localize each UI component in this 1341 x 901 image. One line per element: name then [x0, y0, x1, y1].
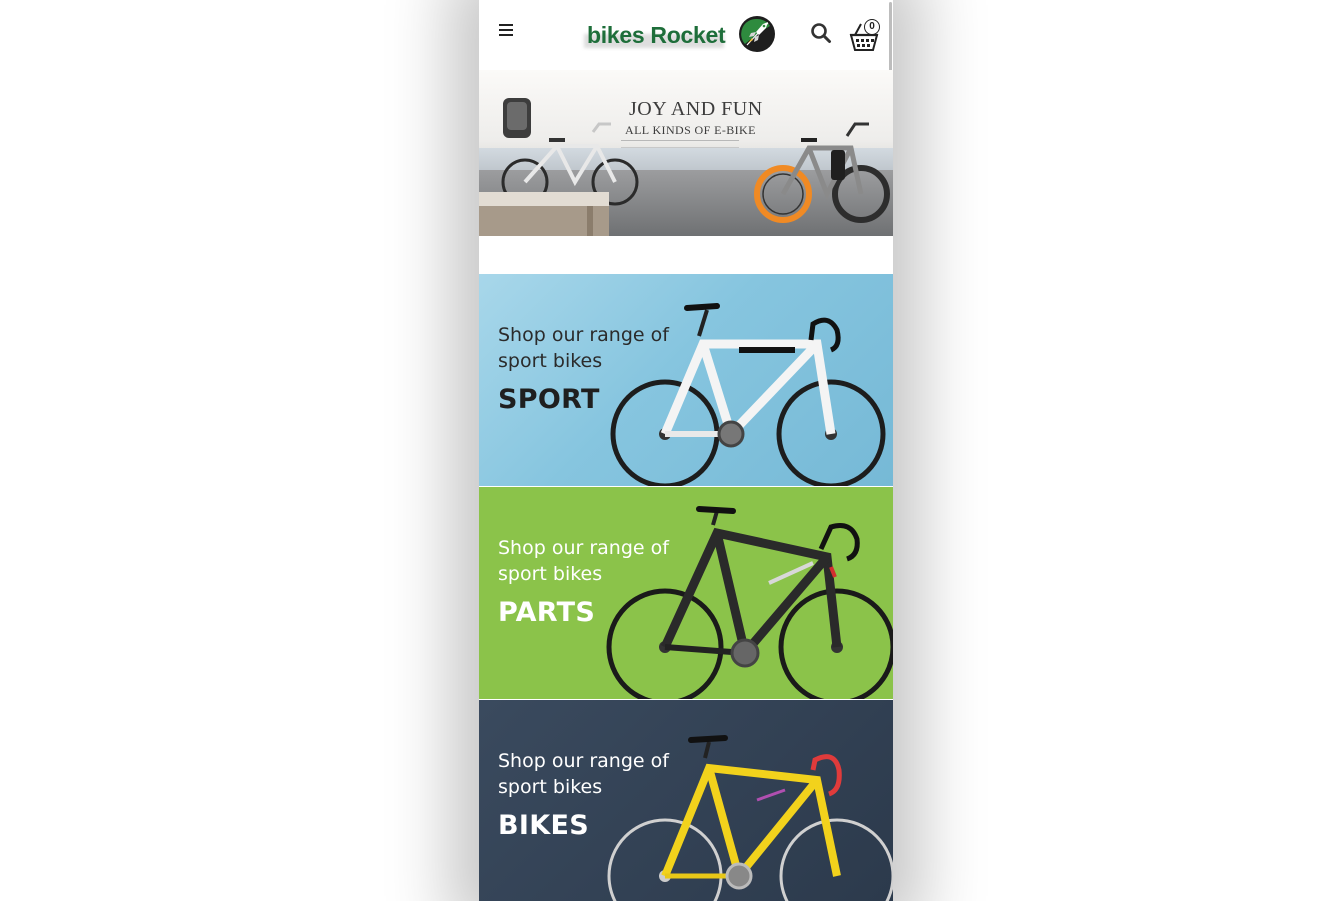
- site-logo[interactable]: bikes Rocket: [584, 12, 779, 56]
- page-background: bikes Rocket 0 JOY AND FUN ALL KINDS OF …: [0, 0, 1341, 901]
- cart-button[interactable]: 0: [848, 17, 880, 51]
- road-bike-image: [606, 506, 893, 699]
- rocket-logo-icon: [739, 16, 775, 52]
- cart-count-badge: 0: [864, 19, 880, 35]
- sport-bike-image: [610, 303, 886, 486]
- hero-banner[interactable]: JOY AND FUN ALL KINDS OF E-BIKE: [479, 70, 893, 236]
- banner-tagline-line2: sport bikes: [498, 563, 603, 585]
- hero-table-image: [479, 192, 609, 236]
- category-banner-sport[interactable]: Shop our range of sport bikes SPORT: [479, 274, 893, 486]
- mobile-viewport: bikes Rocket 0 JOY AND FUN ALL KINDS OF …: [479, 0, 893, 901]
- fixed-gear-bike-image: [607, 735, 893, 901]
- banner-tagline-line2: sport bikes: [498, 776, 603, 798]
- category-banner-bikes[interactable]: Shop our range of sport bikes BIKES: [479, 700, 893, 901]
- site-header: bikes Rocket 0: [479, 0, 893, 232]
- banner-title: PARTS: [498, 597, 596, 628]
- banner-title: BIKES: [498, 810, 589, 841]
- banner-tagline-line2: sport bikes: [498, 350, 603, 372]
- category-banner-parts[interactable]: Shop our range of sport bikes PARTS: [479, 487, 893, 699]
- e-bike-image: [754, 122, 890, 223]
- search-icon[interactable]: [810, 22, 832, 44]
- banner-title: SPORT: [498, 384, 600, 415]
- menu-icon[interactable]: [499, 24, 513, 40]
- logo-text: bikes Rocket: [587, 22, 726, 48]
